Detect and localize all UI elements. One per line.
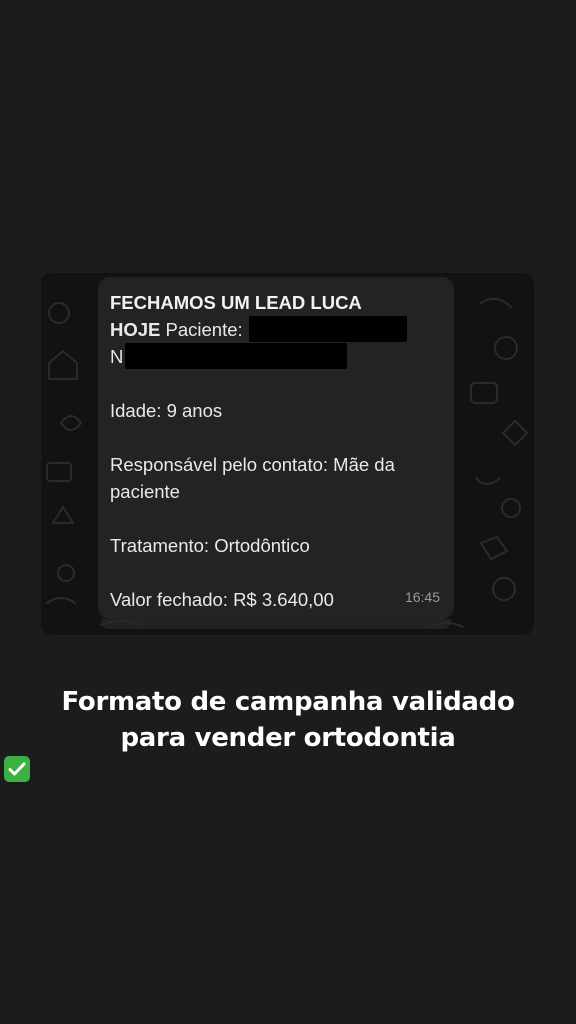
chat-screenshot: FECHAMOS UM LEAD LUCA HOJE Paciente: N I… xyxy=(41,273,534,635)
redacted-block xyxy=(248,316,407,343)
story-caption: Formato de campanha validado para vender… xyxy=(0,684,576,782)
caption-line-1: Formato de campanha validado xyxy=(61,687,515,717)
patient-name-prefix: N xyxy=(110,346,124,367)
headline-line-1: FECHAMOS UM LEAD LUCA xyxy=(110,292,362,313)
closed-value: Valor fechado: R$ 3.640,00 xyxy=(110,589,334,610)
patient-name-line: N xyxy=(110,343,440,370)
patient-label: Paciente: xyxy=(165,319,243,340)
patient-age: Idade: 9 anos xyxy=(110,400,223,421)
message-bubble[interactable]: FECHAMOS UM LEAD LUCA HOJE Paciente: N I… xyxy=(98,277,454,619)
caption-line-2-wrap: para vender ortodontia xyxy=(0,720,576,782)
redacted-block xyxy=(125,343,348,370)
message-timestamp: 16:45 xyxy=(404,589,440,605)
treatment-type: Tratamento: Ortodôntico xyxy=(110,535,310,556)
headline-line-2: HOJE xyxy=(110,319,161,340)
next-message-edge xyxy=(101,619,451,629)
check-mark-button-icon xyxy=(4,756,30,782)
responsible-contact: Responsável pelo contato: Mãe da pacient… xyxy=(110,454,395,502)
headline-second-line: HOJE Paciente: xyxy=(110,316,440,343)
message-headline: FECHAMOS UM LEAD LUCA xyxy=(110,289,440,316)
caption-line-2: para vender ortodontia xyxy=(120,723,456,753)
